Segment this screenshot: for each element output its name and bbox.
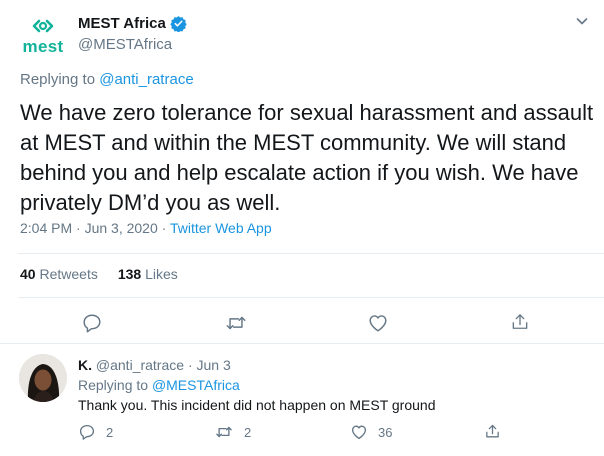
- reply-share-button[interactable]: [484, 422, 501, 441]
- reply-retweet-button[interactable]: 2: [214, 423, 251, 441]
- profile-photo-icon: [19, 354, 67, 402]
- replying-to-link[interactable]: @anti_ratrace: [99, 71, 193, 88]
- tweet-text: We have zero tolerance for sexual harass…: [20, 100, 594, 215]
- author-handle[interactable]: @MESTAfrica: [78, 36, 172, 53]
- heart-icon: [369, 315, 387, 332]
- heart-icon: [351, 425, 367, 440]
- reply-reply-button[interactable]: 2: [78, 423, 113, 441]
- replying-to-label: Replying to: [20, 71, 96, 88]
- logo-wordmark: mest: [22, 37, 64, 56]
- share-button[interactable]: [510, 311, 530, 333]
- retweets-count: 40: [20, 266, 36, 282]
- tweet-menu-button[interactable]: [574, 13, 590, 29]
- author-name[interactable]: MEST Africa: [78, 15, 166, 32]
- reply-replying-to-link[interactable]: @MESTAfrica: [152, 377, 240, 393]
- author-avatar[interactable]: mest: [18, 12, 68, 62]
- reply-icon: [79, 424, 95, 440]
- reply-author-handle[interactable]: @anti_ratrace: [96, 357, 184, 373]
- chevron-down-icon: [576, 18, 588, 25]
- replying-to: Replying to @anti_ratrace: [20, 71, 194, 88]
- reply-like-count: 36: [378, 424, 393, 440]
- reply-replying-to: Replying to @MESTAfrica: [78, 377, 240, 393]
- retweets-label: Retweets: [39, 266, 98, 282]
- verified-badge-icon: [170, 16, 187, 32]
- like-button[interactable]: [367, 312, 389, 334]
- retweet-icon: [226, 316, 246, 330]
- reply-replying-to-label: Replying to: [78, 377, 149, 393]
- divider: [0, 343, 604, 344]
- reply-retweet-count: 2: [244, 424, 252, 440]
- reply-author-name[interactable]: K.: [78, 357, 92, 373]
- retweets-stat[interactable]: 40 Retweets: [20, 266, 98, 282]
- reply-like-button[interactable]: 36: [350, 423, 392, 441]
- share-icon: [486, 424, 499, 438]
- reply-separator: ·: [187, 357, 193, 373]
- likes-stat[interactable]: 138 Likes: [118, 266, 178, 282]
- reply-reply-count: 2: [106, 424, 114, 440]
- retweet-icon: [216, 426, 232, 438]
- reply-icon: [83, 314, 101, 333]
- divider: [18, 297, 604, 298]
- share-icon: [512, 314, 528, 329]
- retweet-button[interactable]: [224, 312, 248, 334]
- reply-author-avatar[interactable]: [19, 354, 67, 402]
- reply-button[interactable]: [81, 312, 103, 334]
- tweet-meta: 2:04 PM · Jun 3, 2020 · Twitter Web App: [20, 220, 272, 236]
- divider: [18, 253, 604, 254]
- reply-date[interactable]: Jun 3: [197, 357, 231, 373]
- likes-label: Likes: [145, 266, 178, 282]
- likes-count: 138: [117, 266, 142, 282]
- tweet-stats: 40 Retweets 138 Likes: [20, 266, 178, 282]
- tweet-source-link[interactable]: Twitter Web App: [170, 220, 272, 236]
- reply-text: Thank you. This incident did not happen …: [78, 397, 436, 413]
- tweet-timestamp[interactable]: 2:04 PM · Jun 3, 2020 ·: [20, 220, 170, 236]
